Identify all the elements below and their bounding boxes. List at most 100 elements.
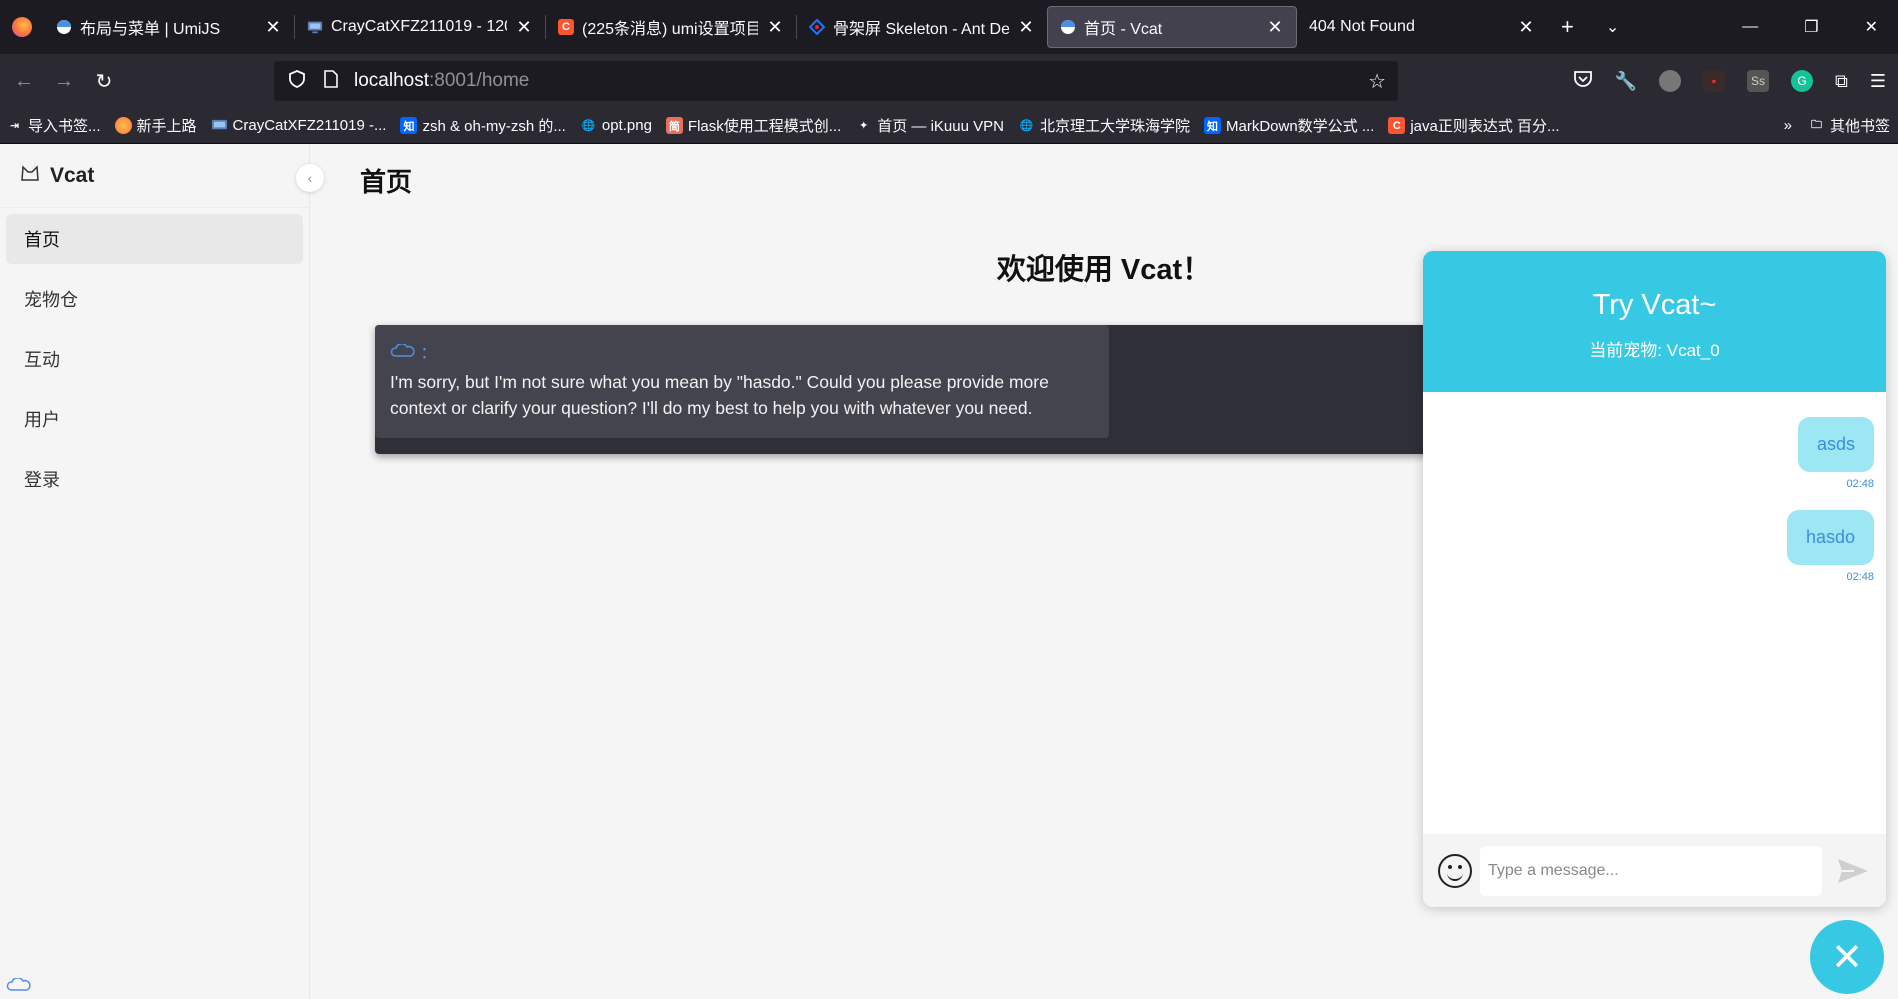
- message-time: 02:48: [1846, 478, 1874, 490]
- sidebar-item-interact[interactable]: 互动: [6, 334, 303, 384]
- sidebar-item-label: 登录: [24, 470, 60, 490]
- close-icon[interactable]: ✕: [1517, 17, 1535, 38]
- tab-antd-skeleton[interactable]: 骨架屏 Skeleton - Ant Des... ✕: [797, 6, 1047, 48]
- chat-messages: asds 02:48 hasdo 02:48: [1423, 392, 1886, 834]
- close-icon[interactable]: ✕: [515, 17, 533, 38]
- restore-icon[interactable]: ❐: [1804, 17, 1818, 37]
- folder-icon: 🗀: [1810, 119, 1822, 131]
- cloud-icon: [390, 343, 420, 362]
- sidebar-collapse-button[interactable]: ‹: [296, 164, 324, 192]
- tab-craycat[interactable]: CrayCatXFZ211019 - 120... ✕: [295, 6, 545, 48]
- globe-icon: 🌐: [581, 120, 596, 132]
- bookmarks-bar: ⇥ 导入书签... 新手上路 CrayCatXFZ211019 -... 知 zsh…: [0, 108, 1898, 144]
- chat-message: asds 02:48: [1423, 417, 1874, 490]
- bookmark-label: Flask使用工程模式创...: [687, 118, 842, 135]
- chat-message: hasdo 02:48: [1423, 510, 1874, 583]
- bookmark-star-icon[interactable]: ☆: [1368, 69, 1386, 94]
- sidebar-item-login[interactable]: 登录: [6, 454, 303, 504]
- tab-umijs[interactable]: 布局与菜单 | UmiJS ✕: [44, 6, 294, 48]
- puzzle-extensions-icon[interactable]: ⧉: [1835, 71, 1848, 92]
- bookmark-label: 新手上路: [136, 118, 197, 135]
- reply-card: ： I'm sorry, but I'm not sure what you m…: [375, 325, 1109, 438]
- url-bar[interactable]: localhost:8001/home ☆: [274, 61, 1398, 101]
- back-arrow-icon[interactable]: ←: [4, 70, 44, 93]
- zhihu-icon: 知: [400, 117, 418, 134]
- bookmark-item[interactable]: 🌐 opt.png: [580, 117, 652, 134]
- sidebar-item-home[interactable]: 首页: [6, 214, 303, 264]
- sidebar-item-pet-storage[interactable]: 宠物仓: [6, 274, 303, 324]
- sidebar-item-label: 用户: [24, 410, 60, 430]
- chat-title: Try Vcat~: [1592, 289, 1717, 321]
- close-icon[interactable]: ✕: [264, 17, 282, 38]
- chat-input-bar: [1423, 834, 1886, 907]
- wrench-icon[interactable]: 🔧: [1615, 71, 1637, 92]
- bookmark-item[interactable]: ⇥ 导入书签...: [6, 115, 101, 136]
- antd-icon: [809, 19, 825, 35]
- tab-csdn[interactable]: C (225条消息) umi设置项目... ✕: [546, 6, 796, 48]
- chevron-down-icon[interactable]: ⌄: [1606, 17, 1619, 37]
- new-tab-icon[interactable]: +: [1561, 14, 1574, 40]
- other-bookmarks-label: 其他书签: [1829, 118, 1890, 135]
- message-time: 02:48: [1846, 571, 1874, 583]
- bookmark-item[interactable]: 新手上路: [114, 115, 197, 136]
- sidebar-menu: 首页 宠物仓 互动 用户 登录: [0, 208, 309, 520]
- bookmark-label: 首页 — iKuuu VPN: [877, 118, 1004, 135]
- bookmark-item[interactable]: 简 Flask使用工程模式创...: [665, 115, 842, 136]
- message-input[interactable]: [1480, 845, 1822, 896]
- monitor-icon: [211, 117, 228, 134]
- chevron-double-right-icon[interactable]: »: [1784, 117, 1792, 134]
- brand[interactable]: Vcat: [0, 144, 309, 208]
- chevron-left-icon: ‹: [307, 170, 313, 186]
- umi-icon: [56, 19, 72, 35]
- account-avatar-icon[interactable]: [1659, 70, 1681, 92]
- close-icon[interactable]: ✕: [1017, 17, 1035, 38]
- emoji-icon[interactable]: [1438, 853, 1472, 888]
- tab-404[interactable]: 404 Not Found ✕: [1297, 6, 1547, 48]
- bookmark-item[interactable]: 🌐 北京理工大学珠海学院: [1018, 115, 1190, 136]
- extension-icon[interactable]: Ss: [1747, 70, 1769, 92]
- cat-logo-icon: [20, 164, 40, 187]
- bookmark-item[interactable]: ✦ 首页 — iKuuu VPN: [855, 115, 1004, 136]
- shield-icon[interactable]: [286, 69, 308, 93]
- close-icon[interactable]: ✕: [766, 17, 784, 38]
- close-window-icon[interactable]: ✕: [1865, 17, 1878, 37]
- bookmark-item[interactable]: CrayCatXFZ211019 -...: [211, 117, 387, 134]
- bookmark-item[interactable]: 知 MarkDown数学公式 ...: [1203, 115, 1374, 136]
- firefox-icon: [114, 117, 132, 134]
- grammarly-icon[interactable]: G: [1791, 70, 1813, 92]
- bookmark-item[interactable]: Cjava正则表达式 百分...: [1388, 115, 1560, 136]
- bookmark-item[interactable]: 知 zsh & oh-my-zsh 的...: [400, 115, 566, 136]
- bookmark-label: opt.png: [601, 117, 652, 134]
- toolbar-extensions: 🔧 ▪ Ss G ⧉ ☰: [1573, 54, 1886, 108]
- bookmark-label: 北京理工大学珠海学院: [1039, 118, 1190, 135]
- close-icon: ✕: [1831, 936, 1863, 979]
- page-title: 首页: [360, 167, 413, 197]
- bookmarks-overflow: » 🗀 其他书签: [1784, 115, 1898, 136]
- tab-vcat-home[interactable]: 首页 - Vcat ✕: [1047, 6, 1297, 48]
- hamburger-menu-icon[interactable]: ☰: [1870, 71, 1886, 92]
- close-icon[interactable]: ✕: [1266, 17, 1284, 38]
- pocket-icon[interactable]: [1573, 70, 1593, 93]
- current-pet-label: 当前宠物: Vcat_0: [1589, 341, 1720, 360]
- tab-title: 布局与菜单 | UmiJS: [80, 21, 221, 38]
- reload-icon[interactable]: ↻: [84, 69, 124, 94]
- tab-bar: 布局与菜单 | UmiJS ✕ CrayCatXFZ211019 - 120..…: [0, 0, 1898, 54]
- send-icon[interactable]: [1836, 856, 1870, 886]
- forward-arrow-icon[interactable]: →: [44, 70, 84, 93]
- vcat-tab-icon: [1060, 19, 1076, 35]
- extension-icon[interactable]: ▪: [1703, 70, 1725, 92]
- chat-toggle-button[interactable]: ✕: [1810, 920, 1884, 994]
- minimize-icon[interactable]: —: [1742, 18, 1758, 36]
- sidebar-item-user[interactable]: 用户: [6, 394, 303, 444]
- reply-prefix: ：: [420, 345, 437, 362]
- sidebar-item-label: 宠物仓: [24, 290, 78, 310]
- firefox-menu[interactable]: [0, 0, 44, 54]
- chat-header: Try Vcat~ 当前宠物: Vcat_0: [1423, 251, 1886, 392]
- other-bookmarks[interactable]: 🗀 其他书签: [1808, 115, 1890, 136]
- bookmark-label: zsh & oh-my-zsh 的...: [422, 118, 566, 135]
- csdn-icon: C: [1388, 117, 1406, 134]
- bookmark-label: CrayCatXFZ211019 -...: [232, 117, 387, 134]
- zhihu-icon: 知: [1203, 117, 1221, 134]
- reply-text: I'm sorry, but I'm not sure what you mea…: [390, 372, 1049, 418]
- sidebar-item-label: 首页: [24, 230, 60, 250]
